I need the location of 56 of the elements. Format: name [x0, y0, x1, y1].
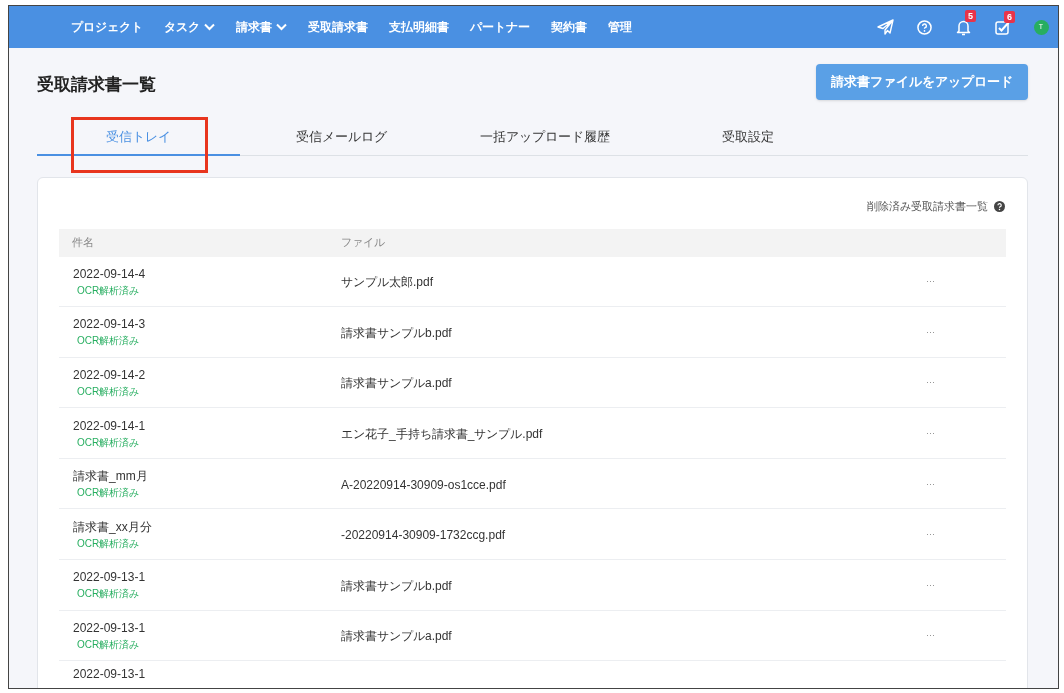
subject-text: 2022-09-14-3: [73, 316, 147, 333]
more-button[interactable]: ···: [926, 428, 935, 439]
file-name[interactable]: 請求書サンプルb.pdf: [341, 578, 452, 593]
more-button[interactable]: ···: [926, 326, 935, 337]
status-label: OCR解析済み: [77, 335, 141, 348]
status-label: OCR解析済み: [77, 638, 141, 651]
file-name[interactable]: エン花子_手持ち請求書_サンプル.pdf: [341, 427, 543, 442]
subject-text: 2022-09-14-2: [73, 367, 147, 383]
file-name[interactable]: 請求書サンプルa.pdf: [341, 376, 452, 391]
more-button[interactable]: ···: [926, 630, 935, 641]
nav-item[interactable]: 受取請求書: [308, 18, 368, 36]
file-name[interactable]: サンプル太郎.pdf: [341, 275, 433, 290]
status-label: OCR解析済み: [77, 436, 141, 449]
file-name[interactable]: A-20220914-30909-os1cce.pdf: [341, 477, 506, 492]
status-label: OCR解析済み: [77, 537, 141, 550]
subject-text: 2022-09-13-1: [73, 569, 147, 586]
nav-item[interactable]: プロジェクト: [71, 18, 143, 36]
more-button[interactable]: ···: [926, 478, 935, 489]
nav-item[interactable]: 管理: [608, 18, 632, 36]
count-badge: 6: [1004, 10, 1015, 23]
more-button[interactable]: ···: [926, 529, 935, 540]
column-header: 件名: [71, 235, 95, 251]
nav-item[interactable]: タスク: [164, 18, 215, 36]
status-label: OCR解析済み: [77, 386, 141, 398]
subject-text: 請求書_xx月分: [73, 518, 153, 535]
status-label: OCR解析済み: [77, 588, 141, 601]
tab[interactable]: 受信トレイ: [37, 120, 240, 156]
file-name[interactable]: -20220914-30909-1732ccg.pdf: [341, 528, 506, 543]
subject-text: 2022-09-13-1: [73, 666, 147, 683]
file-name[interactable]: 請求書サンプルb.pdf: [341, 325, 452, 340]
nav-item[interactable]: パートナー: [470, 18, 530, 36]
paper-plane-icon[interactable]: [876, 19, 894, 35]
count-badge: 5: [965, 9, 976, 22]
status-label: OCR解析済み: [77, 284, 141, 297]
tab[interactable]: 一括アップロード履歴: [443, 120, 646, 156]
subject-text: 2022-09-14-1: [73, 417, 147, 434]
file-name[interactable]: 請求書サンプルa.pdf: [341, 629, 452, 644]
tab[interactable]: 受取設定: [646, 120, 849, 156]
more-button[interactable]: ···: [926, 377, 935, 388]
nav-item[interactable]: 支払明細書: [389, 18, 449, 36]
status-label: OCR解析済み: [77, 487, 141, 500]
help-icon[interactable]: [994, 200, 1005, 212]
more-button[interactable]: ···: [926, 579, 935, 590]
deleted-list-link[interactable]: 削除済み受取請求書一覧: [867, 198, 988, 215]
tab[interactable]: 受信メールログ: [240, 120, 443, 156]
column-header: ファイル: [341, 235, 385, 251]
more-button[interactable]: ···: [926, 276, 935, 287]
page-title: 受取請求書一覧: [37, 74, 156, 96]
subject-text: 2022-09-13-1: [73, 619, 147, 636]
nav-item[interactable]: 請求書: [236, 18, 287, 36]
subject-text: 2022-09-14-4: [73, 265, 147, 282]
bell-icon[interactable]: [955, 18, 971, 36]
upload-button[interactable]: 請求書ファイルをアップロード: [816, 64, 1028, 100]
nav-item[interactable]: 契約書: [551, 18, 587, 36]
subject-text: 請求書_mm月: [73, 468, 149, 485]
checkbox-icon[interactable]: [994, 19, 1010, 35]
